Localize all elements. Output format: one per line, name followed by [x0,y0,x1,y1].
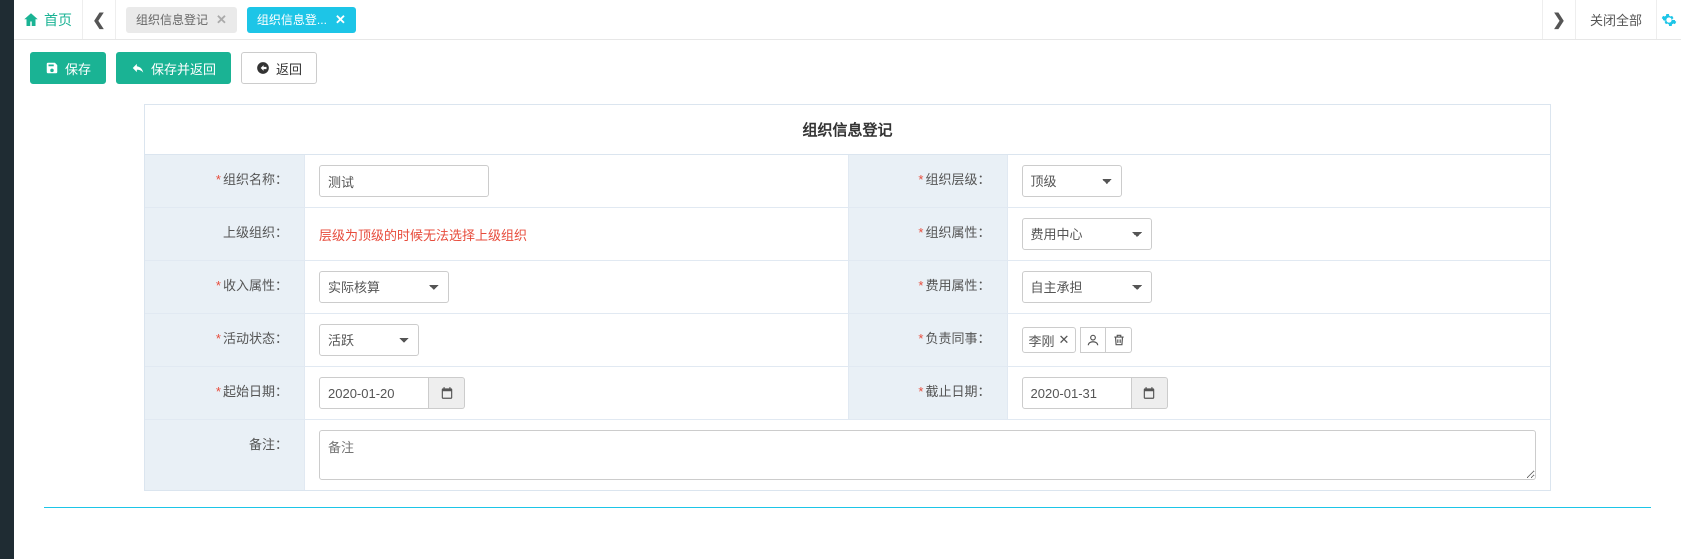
back-arrow-icon [131,61,145,75]
tab-label: 组织信息登记 [136,11,208,28]
label-active-status: *活动状态： [145,314,305,366]
org-name-input[interactable] [319,165,489,197]
save-back-label: 保存并返回 [151,59,216,78]
form-title: 组织信息登记 [145,105,1550,155]
pick-user-button[interactable] [1080,327,1106,353]
close-icon[interactable]: ✕ [216,12,227,28]
label-org-attr: *组织属性： [848,208,1008,260]
responsible-name: 李刚 [1029,331,1055,350]
remark-textarea[interactable] [319,430,1536,480]
tabs-next[interactable]: ❯ [1542,0,1576,39]
end-date-input[interactable] [1022,377,1132,409]
tabs-prev[interactable]: ❮ [82,0,116,39]
org-level-select[interactable]: 顶级 [1022,165,1122,197]
calendar-icon[interactable] [429,377,465,409]
tab-org-register-2[interactable]: 组织信息登... ✕ [247,7,356,33]
save-icon [45,61,59,75]
org-attr-select[interactable]: 费用中心 [1022,218,1152,250]
label-income-attr: *收入属性： [145,261,305,313]
home-link[interactable]: 首页 [14,0,82,39]
label-end-date: *截止日期： [848,367,1008,419]
label-org-name: *组织名称： [145,155,305,207]
tabs-container: 组织信息登记 ✕ 组织信息登... ✕ [116,0,1542,39]
save-button[interactable]: 保存 [30,52,106,84]
label-parent-org: 上级组织： [145,208,305,260]
label-fee-attr: *费用属性： [848,261,1008,313]
back-button[interactable]: 返回 [241,52,317,84]
label-org-level: *组织层级： [848,155,1008,207]
calendar-icon[interactable] [1132,377,1168,409]
delete-user-button[interactable] [1106,327,1132,353]
back-circle-icon [256,61,270,75]
form-panel: 组织信息登记 *组织名称： *组织层级： 顶级 上级组 [144,104,1551,491]
income-attr-select[interactable]: 实际核算 [319,271,449,303]
tab-bar: 首页 ❮ 组织信息登记 ✕ 组织信息登... ✕ ❯ 关闭全部 [14,0,1681,40]
trash-icon [1112,333,1126,347]
save-label: 保存 [65,59,91,78]
tab-label: 组织信息登... [257,11,327,28]
gear-icon[interactable] [1657,0,1681,39]
home-icon [22,11,40,29]
responsible-tag[interactable]: 李刚 ✕ [1022,327,1077,353]
start-date-input[interactable] [319,377,429,409]
tab-org-register-1[interactable]: 组织信息登记 ✕ [126,7,237,33]
label-start-date: *起始日期： [145,367,305,419]
back-label: 返回 [276,59,302,78]
toolbar: 保存 保存并返回 返回 [14,40,1681,84]
user-icon [1086,333,1100,347]
close-all-tabs[interactable]: 关闭全部 [1576,0,1657,39]
active-status-select[interactable]: 活跃 [319,324,419,356]
divider [44,507,1651,508]
label-remark: 备注： [145,420,305,490]
home-label: 首页 [44,10,72,30]
parent-org-note: 层级为顶级的时候无法选择上级组织 [319,225,527,244]
fee-attr-select[interactable]: 自主承担 [1022,271,1152,303]
remove-tag-icon[interactable]: ✕ [1059,332,1070,348]
close-icon[interactable]: ✕ [335,12,346,28]
label-responsible: *负责同事： [848,314,1008,366]
save-back-button[interactable]: 保存并返回 [116,52,231,84]
